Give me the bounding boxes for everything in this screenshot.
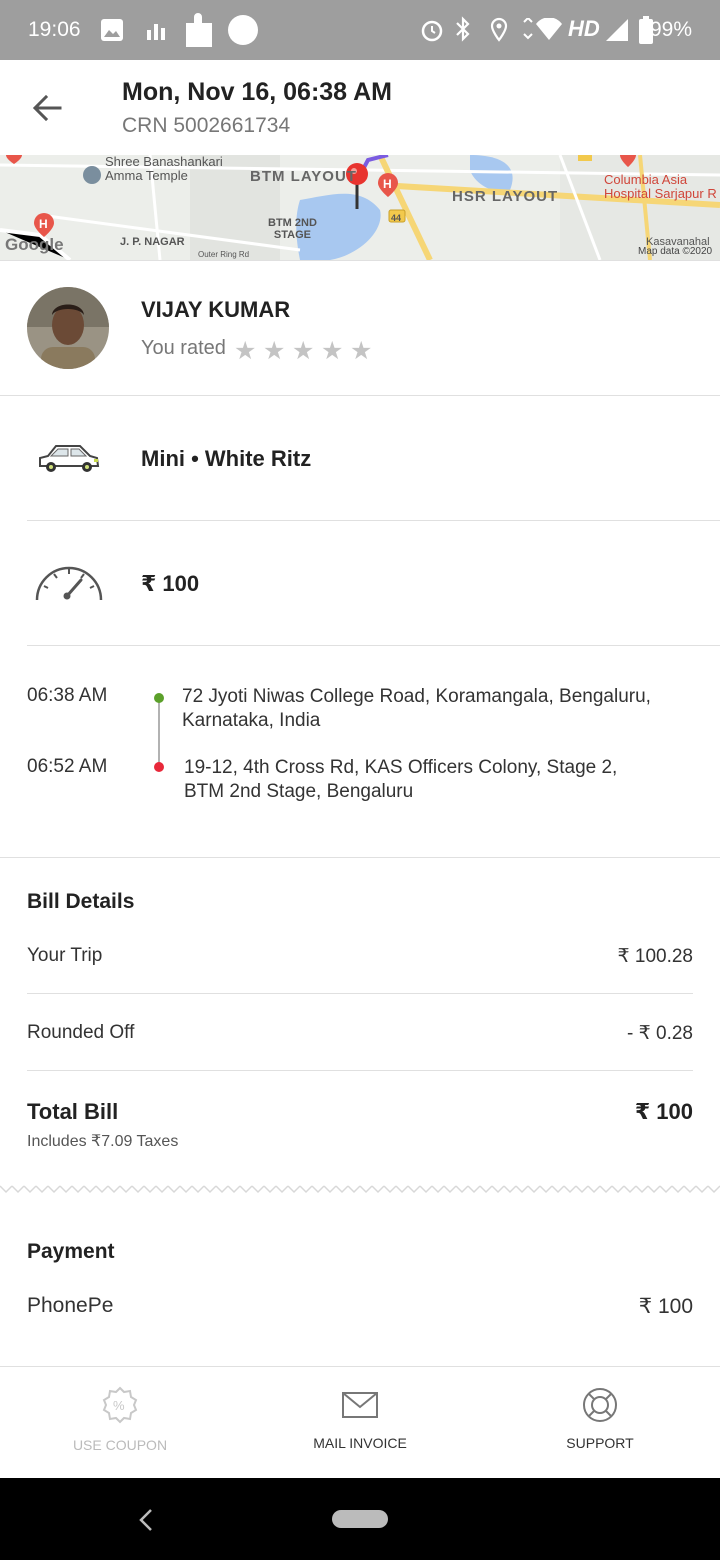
svg-text:H: H [383,177,392,191]
total-bill-label: Total Bill [27,1099,119,1124]
map-label-jp-nagar: J. P. NAGAR [120,236,185,248]
bluetooth-icon [456,16,470,42]
pickup-dot [154,693,164,703]
ride-date-title: Mon, Nov 16, 06:38 AM [122,78,392,106]
map-label-btm-layout: BTM LAYOUT [250,168,357,185]
divider [0,260,720,261]
map-data-credit: Map data ©2020 [638,246,713,257]
wifi-icon [523,18,562,40]
support-lifebuoy-icon [583,1388,617,1422]
app-header: Mon, Nov 16, 06:38 AM CRN 5002661734 [0,60,720,155]
status-bar: 19:06 HD 99% [0,0,720,60]
map-label-road-44: 44 [391,213,402,223]
route-timeline [154,693,164,772]
drop-dot [154,762,164,772]
battery-percent: 99% [649,18,692,41]
crn-number: CRN 5002661734 [122,114,291,137]
support-label: SUPPORT [566,1435,634,1451]
divider [0,857,720,858]
total-bill-value: ₹ 100 [634,1099,693,1124]
rounded-off-value: - ₹ 0.28 [627,1023,693,1044]
system-nav-bar [0,1478,720,1560]
alarm-icon [421,20,443,42]
vehicle-details: Mini • White Ritz [141,446,312,471]
divider [27,645,720,646]
coupon-icon: % [102,1386,138,1424]
mail-invoice-button[interactable]: MAIL INVOICE [240,1380,480,1470]
status-time: 19:06 [28,18,81,41]
network-type: HD [568,16,600,41]
rounded-off-label: Rounded Off [27,1022,135,1043]
google-logo: Google [5,235,64,254]
car-icon [39,445,100,472]
cell-signal-icon [606,19,628,41]
map-label-banashankari: Shree Banashankari Amma Temple [105,155,223,183]
gallery-icon [101,19,123,41]
drop-time: 06:52 AM [27,756,108,777]
zigzag-separator [0,1180,720,1200]
drop-address: 19-12, 4th Cross Rd, KAS Officers Colony… [184,757,618,802]
rating-star-3[interactable]: ★ [292,336,314,366]
taxes-note: Includes ₹7.09 Taxes [27,1133,179,1150]
rating-star-1[interactable]: ★ [234,336,256,366]
rating-star-5[interactable]: ★ [350,336,372,366]
signal-strength-icon [147,24,165,40]
divider [0,1366,720,1367]
mail-icon [342,1392,378,1418]
circle-icon [228,15,258,45]
location-icon [490,17,508,42]
pickup-time: 06:38 AM [27,685,108,706]
map-label-outer-ring-road: Outer Ring Rd [198,250,250,259]
speedometer-icon [35,566,103,601]
rating-star-4[interactable]: ★ [321,336,343,366]
payment-amount: ₹ 100 [638,1295,693,1318]
your-trip-value: ₹ 100.28 [617,946,693,967]
divider [27,993,693,994]
map-label-hsr-layout: HSR LAYOUT [452,188,559,205]
fare-amount: ₹ 100 [141,571,200,596]
nav-home-pill[interactable] [332,1510,388,1528]
back-arrow-icon[interactable] [30,91,64,125]
divider [0,395,720,396]
divider [27,1070,693,1071]
svg-text:%: % [113,1398,125,1413]
use-coupon-button[interactable]: % USE COUPON [0,1380,240,1470]
route-map[interactable]: H H Shree Banashankari Amma Temple BTM LA… [0,155,720,260]
bill-details-title: Bill Details [27,890,135,913]
mail-invoice-label: MAIL INVOICE [313,1435,407,1451]
divider [27,520,720,521]
rating-label: You rated [141,337,226,359]
driver-name: VIJAY KUMAR [141,297,291,322]
map-label-columbia-asia: Columbia Asia Hospital Sarjapur R [604,172,717,201]
payment-title: Payment [27,1240,115,1263]
your-trip-label: Your Trip [27,945,103,966]
pickup-address: 72 Jyoti Niwas College Road, Koramangala… [182,686,651,731]
support-button[interactable]: SUPPORT [480,1380,720,1470]
rating-star-2[interactable]: ★ [263,336,285,366]
driver-avatar[interactable] [27,287,109,369]
svg-text:H: H [39,217,48,231]
map-label-btm-2nd-stage: BTM 2ND STAGE [268,217,317,241]
use-coupon-label: USE COUPON [72,1437,168,1453]
nav-back-icon[interactable] [136,1508,156,1532]
puzzle-icon [186,13,212,47]
payment-method: PhonePe [27,1294,114,1317]
